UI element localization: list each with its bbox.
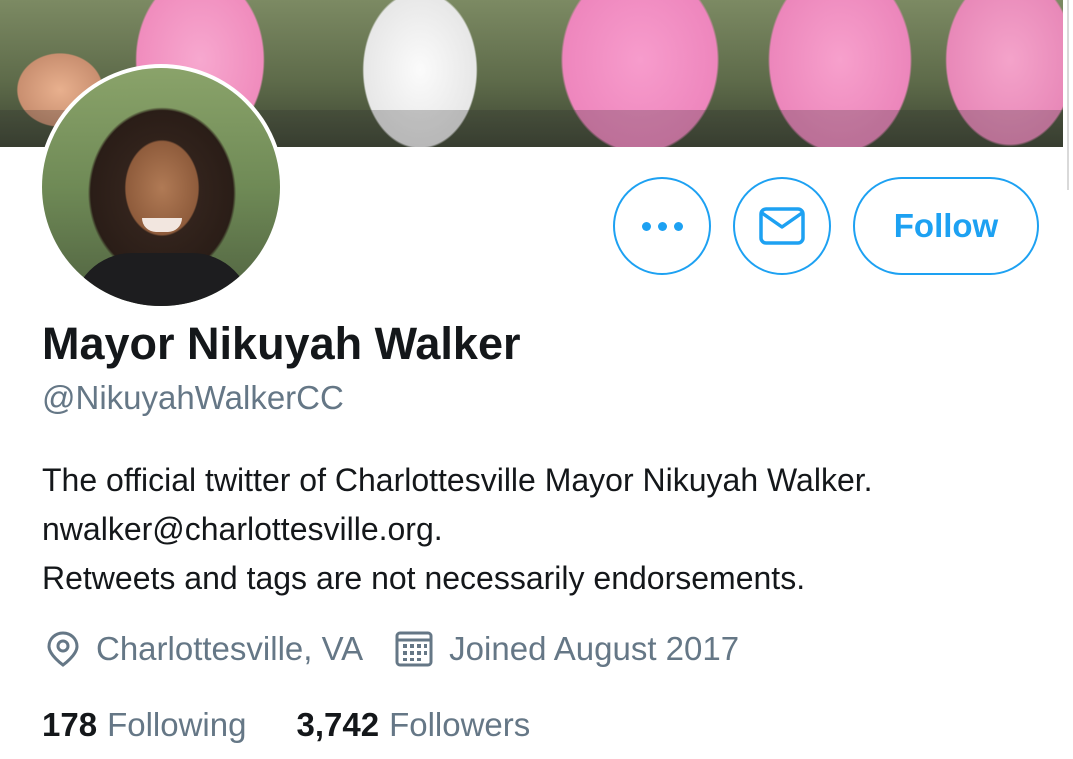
- scrollbar-thumb[interactable]: [1067, 0, 1069, 190]
- followers-label[interactable]: Followers: [389, 706, 530, 744]
- bio-line: Retweets and tags are not necessarily en…: [42, 560, 806, 596]
- bio-line: The official twitter of Charlottesville …: [42, 462, 873, 498]
- envelope-icon: [759, 207, 805, 245]
- joined-text: Joined August 2017: [449, 630, 740, 667]
- following-label[interactable]: Following: [107, 706, 246, 744]
- message-button[interactable]: [733, 177, 831, 275]
- more-options-button[interactable]: [613, 177, 711, 275]
- calendar-icon: [395, 630, 433, 668]
- profile-avatar[interactable]: [38, 64, 284, 310]
- profile-name: Mayor Nikuyah Walker: [42, 318, 521, 369]
- location-item: Charlottesville, VA: [46, 630, 363, 668]
- joined-item: Joined August 2017: [395, 630, 739, 668]
- scrollbar-track: [1063, 0, 1073, 759]
- more-dots-icon: [641, 221, 683, 231]
- location-pin-icon: [46, 631, 80, 667]
- profile-stats: 178 Following 3,742 Followers: [42, 706, 530, 744]
- follow-button[interactable]: Follow: [853, 177, 1039, 275]
- bio-email-link[interactable]: nwalker@charlottesville.org.: [42, 505, 873, 554]
- profile-handle: @NikuyahWalkerCC: [42, 379, 344, 416]
- location-text: Charlottesville, VA: [96, 630, 364, 667]
- following-count[interactable]: 178: [42, 706, 97, 744]
- profile-bio: The official twitter of Charlottesville …: [42, 456, 873, 603]
- avatar-photo: [42, 68, 280, 306]
- profile-meta: Charlottesville, VA Joined August 2017: [46, 630, 739, 668]
- followers-count[interactable]: 3,742: [296, 706, 379, 744]
